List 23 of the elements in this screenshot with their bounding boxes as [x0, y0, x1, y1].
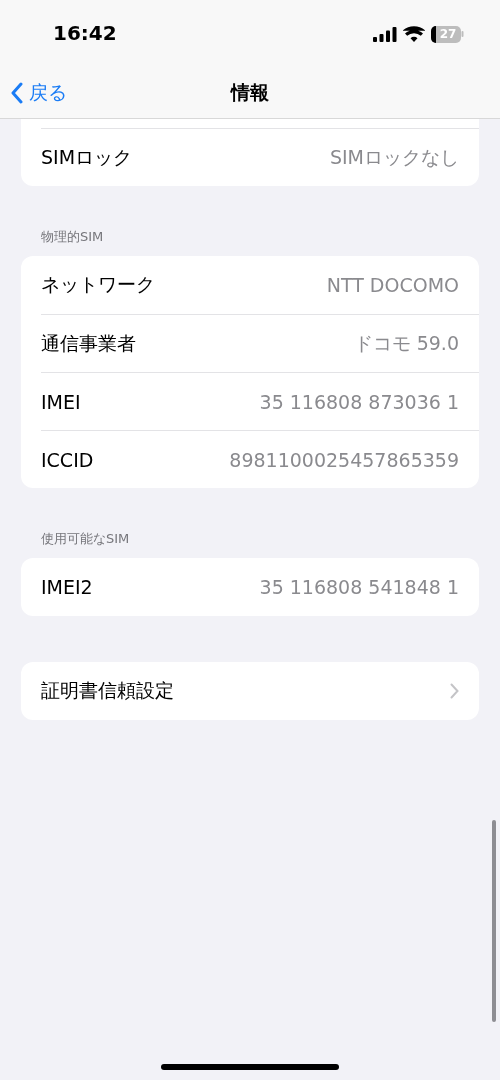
row-value: SIMロックなし	[329, 144, 459, 170]
row-label: 通信事業者	[41, 330, 136, 356]
row-value: NTT DOCOMO	[326, 274, 459, 296]
signal-icon	[373, 26, 397, 42]
row-label: SIMロック	[41, 144, 133, 170]
wifi-icon	[403, 26, 425, 42]
back-chevron-icon	[10, 82, 23, 104]
row-value: 35 116808 541848 1	[259, 576, 459, 598]
row-label: ネットワーク	[41, 272, 155, 297]
section-header: 使用可能なSIM	[41, 530, 131, 548]
row-label: ICCID	[41, 448, 94, 471]
row-value: ドコモ 59.0	[353, 330, 459, 356]
status-time: 16:42	[53, 21, 117, 45]
page-title: 情報	[231, 80, 269, 105]
back-button[interactable]: 戻る	[0, 80, 67, 106]
row-label: IMEI2	[41, 576, 93, 598]
battery-icon: 27	[431, 25, 464, 43]
row-value: 35 116808 873036 1	[259, 390, 459, 413]
row-value: 8981100025457865359	[229, 448, 459, 471]
section-header: 物理的SIM	[41, 228, 105, 246]
settings-link[interactable]: 証明書信頼設定	[41, 662, 479, 720]
chevron-icon	[450, 683, 459, 699]
row-label: IMEI	[41, 390, 81, 413]
